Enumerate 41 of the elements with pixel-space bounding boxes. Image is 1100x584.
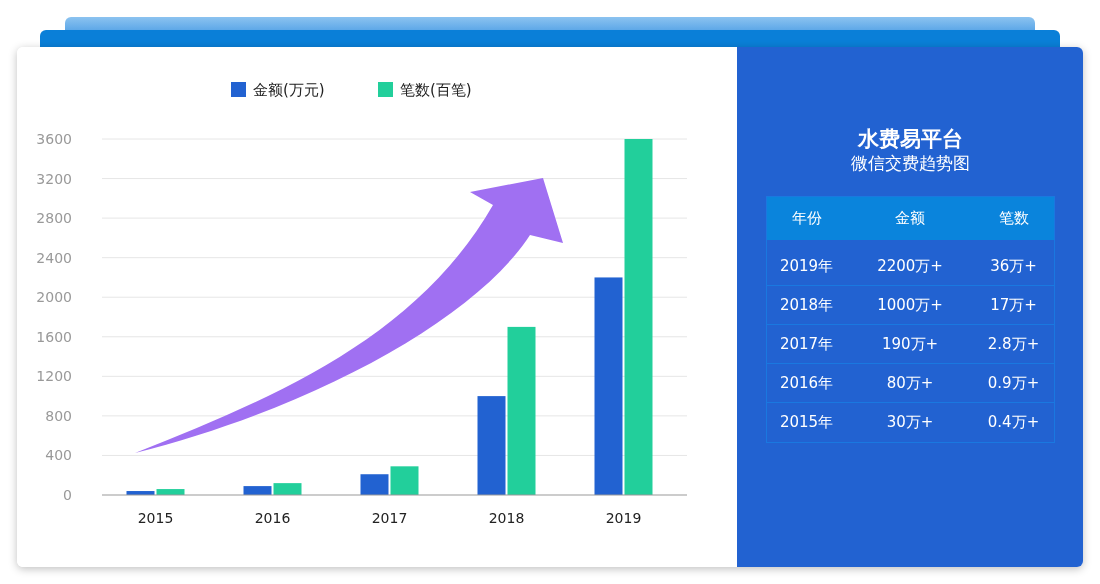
y-axis-label: 3600	[36, 131, 72, 147]
table-cell: 2016年	[779, 373, 834, 392]
legend-label: 金额(万元)	[253, 81, 325, 99]
table-cell: 0.9万+	[987, 373, 1040, 392]
bar	[273, 483, 302, 495]
column-header: 笔数	[998, 209, 1029, 228]
table-cell: 2.8万+	[987, 334, 1040, 353]
table-cell: 2200万+	[877, 256, 943, 275]
table-cell: 0.4万+	[987, 413, 1040, 432]
y-axis-label: 0	[63, 487, 72, 503]
panel-title: 水费易平台	[857, 127, 963, 153]
x-axis-label: 2017	[371, 510, 408, 526]
table-cell: 36万+	[990, 256, 1037, 275]
table-cell: 80万+	[886, 373, 934, 392]
x-axis-label: 2015	[137, 510, 174, 526]
legend-label: 笔数(百笔)	[400, 81, 472, 99]
x-axis-label: 2018	[488, 510, 525, 526]
bar	[360, 474, 389, 495]
column-header: 金额	[895, 209, 925, 228]
table-cell: 2019年	[779, 256, 834, 275]
bar	[243, 486, 272, 495]
y-axis-label: 3200	[36, 170, 72, 187]
column-header: 年份	[791, 209, 822, 228]
bar	[390, 466, 419, 495]
table-cell: 2015年	[779, 413, 834, 432]
x-axis-label: 2019	[605, 510, 642, 526]
panel-subtitle: 微信交费趋势图	[850, 152, 970, 176]
y-axis-label: 1200	[36, 368, 72, 385]
table-cell: 190万+	[881, 334, 939, 353]
table-cell: 2017年	[779, 334, 834, 353]
x-axis-label: 2016	[254, 510, 291, 526]
table-cell: 2018年	[779, 295, 834, 314]
table-cell: 1000万+	[877, 295, 943, 314]
y-axis-label: 800	[45, 407, 72, 424]
table-cell: 17万+	[990, 295, 1037, 314]
table-cell: 30万+	[886, 413, 934, 432]
y-axis-label: 2400	[36, 249, 72, 266]
y-axis-label: 2000	[36, 289, 72, 306]
y-axis-label: 1600	[36, 328, 72, 345]
y-axis-label: 2800	[36, 210, 72, 227]
y-axis-label: 400	[45, 447, 72, 464]
